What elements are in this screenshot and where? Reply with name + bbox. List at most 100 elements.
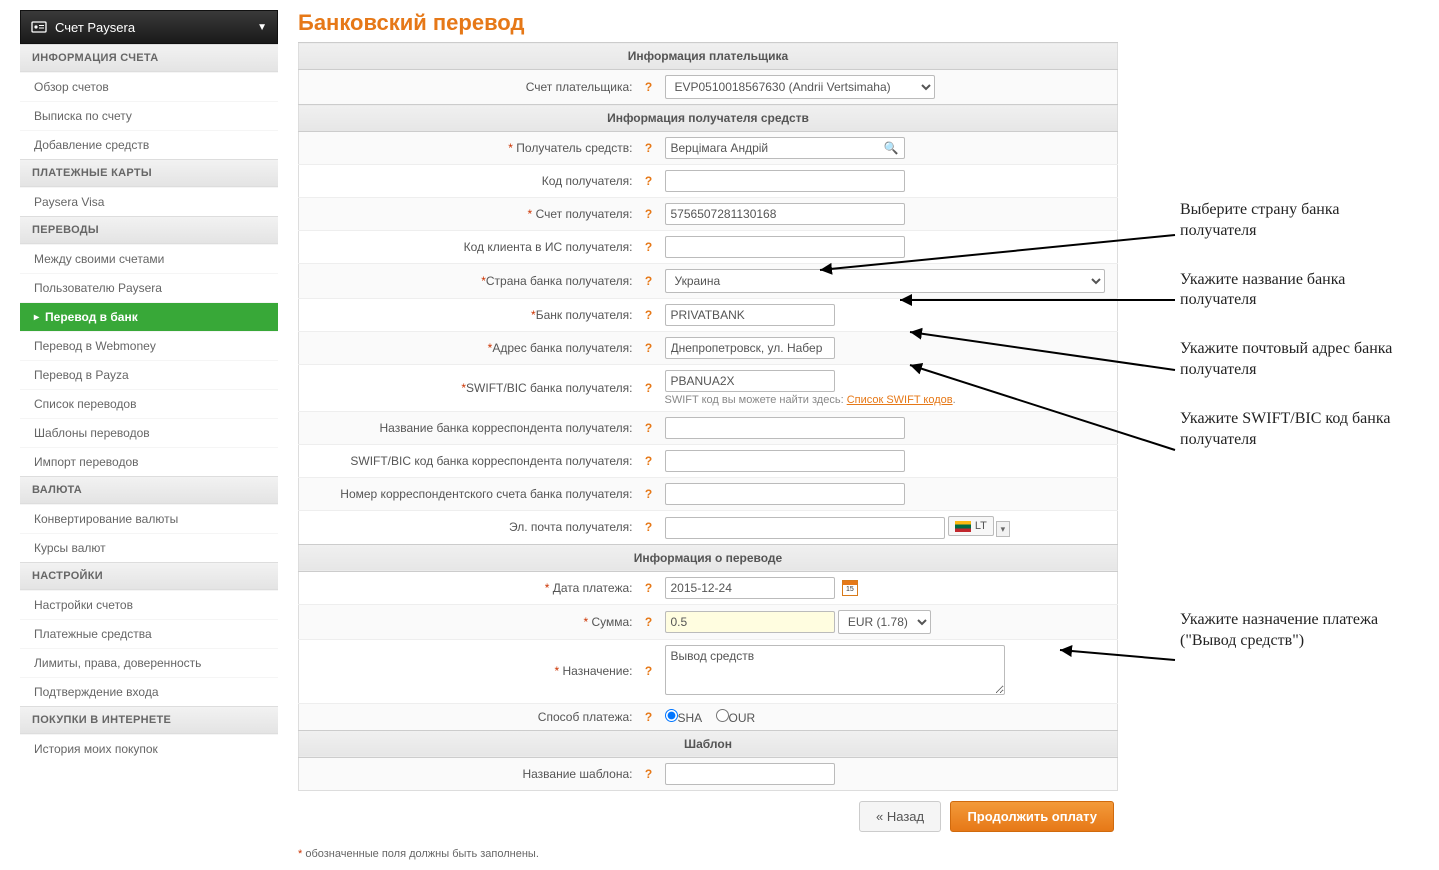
amount-input[interactable] <box>665 611 835 633</box>
help-icon[interactable]: ? <box>639 478 659 511</box>
calendar-icon[interactable] <box>842 580 858 596</box>
sidebar-section-header: НАСТРОЙКИ <box>20 562 278 590</box>
sidebar-item[interactable]: Paysera Visa <box>20 187 278 216</box>
help-icon[interactable]: ? <box>639 604 659 639</box>
help-icon[interactable]: ? <box>639 332 659 365</box>
sidebar-item[interactable]: Платежные средства <box>20 619 278 648</box>
payment-date-input[interactable] <box>665 577 835 599</box>
sidebar-item[interactable]: Лимиты, права, доверенность <box>20 648 278 677</box>
currency-select[interactable]: EUR (1.78) <box>838 610 931 634</box>
bank-name-input[interactable] <box>665 304 835 326</box>
beneficiary-name-input[interactable] <box>665 137 905 159</box>
sidebar-item[interactable]: История моих покупок <box>20 734 278 763</box>
corr-swift-input[interactable] <box>665 450 905 472</box>
back-button[interactable]: « Назад <box>859 801 941 832</box>
annotation: Укажите название банка получателя <box>1180 270 1410 312</box>
annotation: Укажите SWIFT/BIC код банка получателя <box>1180 409 1410 451</box>
help-icon[interactable]: ? <box>639 571 659 604</box>
help-icon[interactable]: ? <box>639 70 659 105</box>
sidebar-item[interactable]: Обзор счетов <box>20 72 278 101</box>
swift-list-link[interactable]: Список SWIFT кодов <box>847 394 953 406</box>
swift-input[interactable] <box>665 370 835 392</box>
sidebar-item[interactable]: Перевод в банк <box>20 302 278 331</box>
account-card-icon <box>31 19 47 35</box>
label-bene-code: Код получателя: <box>542 174 633 188</box>
label-pay-method: Способ платежа: <box>538 710 633 724</box>
flag-lt-icon <box>955 521 971 532</box>
help-icon[interactable]: ? <box>639 365 659 412</box>
help-icon[interactable]: ? <box>639 165 659 198</box>
sidebar-section-header: ИНФОРМАЦИЯ СЧЕТА <box>20 44 278 72</box>
bank-country-select[interactable]: Украина <box>665 269 1105 293</box>
label-amount: Сумма: <box>591 615 632 629</box>
sidebar-item[interactable]: Перевод в Payza <box>20 360 278 389</box>
pay-method-sha[interactable]: SHA <box>665 711 703 725</box>
help-icon[interactable]: ? <box>639 412 659 445</box>
section-template: Шаблон <box>299 730 1118 757</box>
label-payer-account: Счет плательщика: <box>526 80 633 94</box>
sidebar-item[interactable]: Курсы валют <box>20 533 278 562</box>
label-bene-account: Счет получателя: <box>536 207 633 221</box>
phone-country-button[interactable]: LT <box>948 516 994 536</box>
sidebar-item[interactable]: Список переводов <box>20 389 278 418</box>
beneficiary-is-code-input[interactable] <box>665 236 905 258</box>
help-icon[interactable]: ? <box>639 639 659 703</box>
sidebar-header[interactable]: Счет Paysera ▼ <box>20 10 278 44</box>
bank-address-input[interactable] <box>665 337 835 359</box>
label-bene-email: Эл. почта получателя: <box>509 520 632 534</box>
label-corr-bank-name: Название банка корреспондента получателя… <box>380 421 633 435</box>
purpose-textarea[interactable]: Вывод средств <box>665 645 1005 695</box>
label-tpl-name: Название шаблона: <box>522 767 632 781</box>
chevron-down-icon: ▼ <box>257 22 267 33</box>
sidebar-item[interactable]: Подтверждение входа <box>20 677 278 706</box>
help-icon[interactable]: ? <box>639 231 659 264</box>
beneficiary-code-input[interactable] <box>665 170 905 192</box>
help-icon[interactable]: ? <box>639 132 659 165</box>
help-icon[interactable]: ? <box>639 299 659 332</box>
label-bene-is-code: Код клиента в ИС получателя: <box>464 240 633 254</box>
label-bank-country: Страна банка получателя: <box>486 274 633 288</box>
template-name-input[interactable] <box>665 763 835 785</box>
payer-account-select[interactable]: EVP0510018567630 (Andrii Vertsimaha) <box>665 75 935 99</box>
sidebar-section-header: ПЕРЕВОДЫ <box>20 216 278 244</box>
sidebar-item[interactable]: Настройки счетов <box>20 590 278 619</box>
help-icon[interactable]: ? <box>639 757 659 790</box>
page-title: Банковский перевод <box>298 10 1118 36</box>
sidebar-item[interactable]: Перевод в Webmoney <box>20 331 278 360</box>
sidebar-item[interactable]: Выписка по счету <box>20 101 278 130</box>
annotations: Выберите страну банка получателя Укажите… <box>1180 200 1410 680</box>
beneficiary-account-input[interactable] <box>665 203 905 225</box>
label-bank-addr: Адрес банка получателя: <box>492 341 632 355</box>
corr-bank-name-input[interactable] <box>665 417 905 439</box>
sidebar-section-header: ВАЛЮТА <box>20 476 278 504</box>
annotation: Укажите почтовый адрес банка получателя <box>1180 339 1410 381</box>
help-icon[interactable]: ? <box>639 198 659 231</box>
help-icon[interactable]: ? <box>639 264 659 299</box>
help-icon[interactable]: ? <box>639 703 659 730</box>
annotation: Укажите назначение платежа ("Вывод средс… <box>1180 610 1410 652</box>
pay-method-our[interactable]: OUR <box>716 711 756 725</box>
continue-button[interactable]: Продолжить оплату <box>950 801 1114 832</box>
sidebar-item[interactable]: Шаблоны переводов <box>20 418 278 447</box>
sidebar: Счет Paysera ▼ ИНФОРМАЦИЯ СЧЕТАОбзор сче… <box>20 10 278 860</box>
sidebar-item[interactable]: Импорт переводов <box>20 447 278 476</box>
main-content: Банковский перевод Информация плательщик… <box>298 10 1118 860</box>
label-bene-name: Получатель средств: <box>516 141 632 155</box>
label-pay-date: Дата платежа: <box>553 581 633 595</box>
sidebar-header-title: Счет Paysera <box>55 20 249 35</box>
sidebar-item[interactable]: Конвертирование валюты <box>20 504 278 533</box>
sidebar-item[interactable]: Между своими счетами <box>20 244 278 273</box>
section-transfer: Информация о переводе <box>299 544 1118 571</box>
sidebar-section-header: ПЛАТЕЖНЫЕ КАРТЫ <box>20 159 278 187</box>
label-bank-name: Банк получателя: <box>536 308 633 322</box>
help-icon[interactable]: ? <box>639 511 659 545</box>
section-beneficiary: Информация получателя средств <box>299 105 1118 132</box>
sidebar-item[interactable]: Пользователю Paysera <box>20 273 278 302</box>
help-icon[interactable]: ? <box>639 445 659 478</box>
search-icon[interactable]: 🔍 <box>884 141 899 155</box>
label-purpose: Назначение: <box>562 664 632 678</box>
chevron-down-icon[interactable]: ▾ <box>996 521 1010 537</box>
corr-account-input[interactable] <box>665 483 905 505</box>
sidebar-item[interactable]: Добавление средств <box>20 130 278 159</box>
beneficiary-email-input[interactable] <box>665 517 945 539</box>
